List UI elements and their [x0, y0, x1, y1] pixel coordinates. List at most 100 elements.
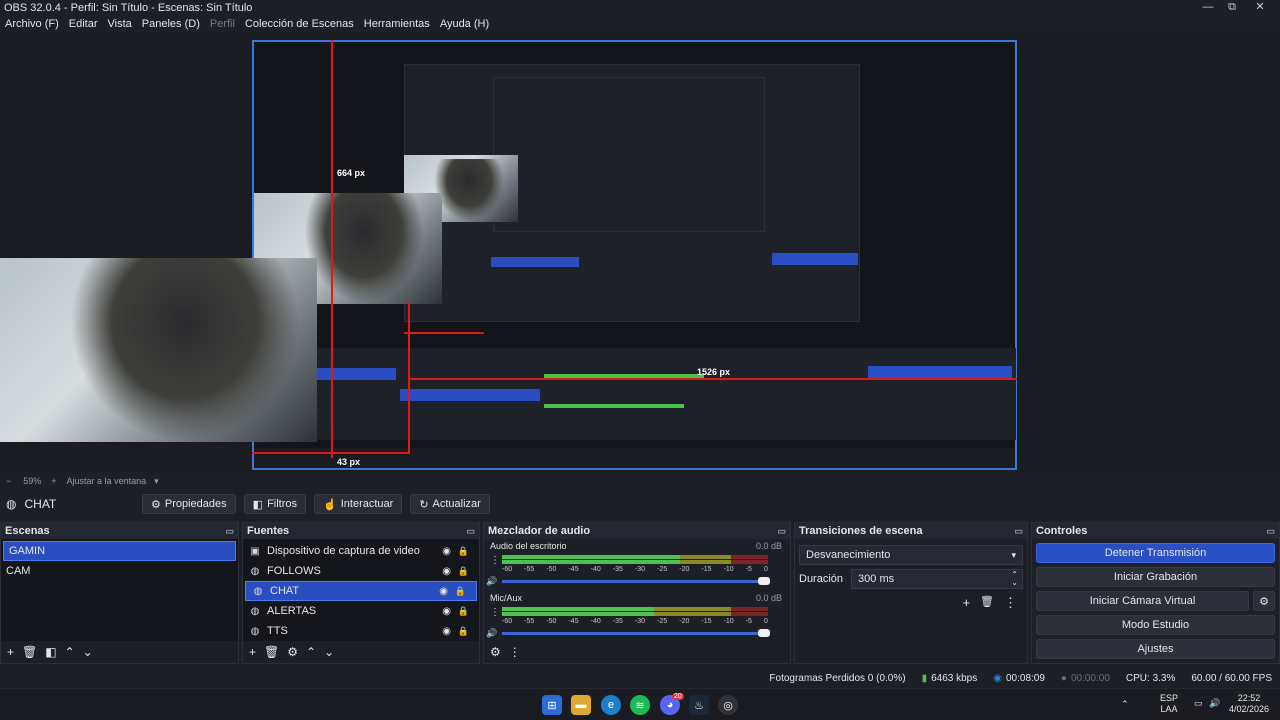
close-button[interactable]: ✕ [1244, 0, 1276, 16]
stop-stream-button[interactable]: Detener Transmisión [1036, 543, 1275, 563]
lock-icon[interactable]: 🔒 [455, 586, 466, 597]
chevron-up-icon[interactable]: ⌃ [65, 645, 75, 659]
file-explorer-icon[interactable]: ▬ [571, 695, 591, 715]
interact-button[interactable]: ☝ Interactuar [314, 494, 403, 514]
lock-icon[interactable]: 🔒 [458, 626, 469, 637]
mixer-channel-mic: Mic/Aux 0.0 dB ⋮ -60 -55 -50 -45 -40 -35 -30 -2… [484, 591, 790, 643]
volume-slider[interactable] [502, 629, 770, 637]
more-icon[interactable]: ⋮ [490, 555, 500, 566]
lock-icon[interactable]: 🔒 [458, 606, 469, 617]
more-icon[interactable]: ⋮ [490, 607, 500, 618]
chevron-down-icon[interactable]: ⌄ [83, 645, 93, 659]
audio-mixer-dock: Mezclador de audio ▭ Audio del escritorio… [483, 522, 791, 664]
speaker-icon[interactable]: 🔊 [486, 628, 497, 639]
nested-stop-button [772, 253, 858, 265]
zoom-fit-select[interactable]: Ajustar a la ventana [67, 476, 147, 486]
refresh-button[interactable]: ↻ Actualizar [410, 494, 490, 514]
source-toolbar: ◍ CHAT ⚙ Propiedades ◧ Filtros ☝ Interactua… [0, 492, 1280, 516]
meter-tick-label: -55 [524, 566, 535, 573]
chevron-down-icon[interactable]: ⌄ [324, 645, 334, 659]
spinner-icon[interactable]: ⌃ ⌄ [1011, 571, 1018, 587]
chevron-up-icon[interactable]: ⌃ [306, 645, 316, 659]
gear-icon: ⚙ [151, 498, 161, 511]
eye-icon[interactable]: ◉ [442, 546, 451, 557]
add-icon[interactable]: + [7, 645, 14, 659]
more-icon[interactable]: ⋮ [509, 645, 521, 659]
chevron-up-icon[interactable]: ⌃ [1121, 699, 1129, 710]
scene-item-cam[interactable]: CAM [1, 561, 238, 581]
volume-knob[interactable] [758, 577, 770, 585]
obs-icon[interactable]: ◎ [718, 695, 738, 715]
trash-icon[interactable]: 🗑 [264, 645, 279, 659]
transition-select[interactable]: Desvanecimiento ▾ [799, 545, 1023, 565]
eye-icon[interactable]: ◉ [439, 586, 448, 597]
duration-input[interactable]: 300 ms ⌃ ⌄ [851, 569, 1023, 589]
menu-editar[interactable]: Editar [64, 18, 103, 30]
language-indicator[interactable]: ESP LAA [1160, 693, 1178, 715]
windows-start-icon[interactable]: ⊞ [542, 695, 562, 715]
volume-slider[interactable] [502, 577, 770, 585]
network-icon[interactable]: ▭ [1194, 698, 1203, 709]
undock-icon[interactable]: ▭ [466, 526, 475, 537]
meter-tick-label: -60 [502, 566, 513, 573]
gear-icon[interactable]: ⚙ [1253, 591, 1275, 611]
speaker-icon[interactable]: 🔊 [486, 576, 497, 587]
edge-browser-icon[interactable]: e [601, 695, 621, 715]
spotify-icon[interactable]: ≋ [630, 695, 650, 715]
properties-button[interactable]: ⚙ Propiedades [142, 494, 236, 514]
chevron-down-icon[interactable]: ▾ [154, 476, 159, 487]
meter-tick-label: -20 [679, 566, 690, 573]
volume-knob[interactable] [758, 629, 770, 637]
eye-icon[interactable]: ◉ [442, 606, 451, 617]
source-item-tts[interactable]: ◍ TTS ◉ 🔒 [243, 621, 479, 641]
undock-icon[interactable]: ▭ [225, 526, 234, 537]
start-virtual-cam-button[interactable]: Iniciar Cámara Virtual [1036, 591, 1249, 611]
menu-paneles[interactable]: Paneles (D) [137, 18, 205, 30]
trash-icon[interactable]: 🗑 [22, 645, 37, 659]
studio-mode-button[interactable]: Modo Estudio [1036, 615, 1275, 635]
meter-tick-label: -10 [723, 618, 734, 625]
filter-icon[interactable]: ◧ [45, 645, 56, 659]
menu-vista[interactable]: Vista [103, 18, 137, 30]
guide-horizontal-line-right [410, 378, 1017, 380]
clock[interactable]: 22:52 4/02/2026 [1226, 693, 1272, 715]
eye-icon[interactable]: ◉ [442, 566, 451, 577]
zoom-out-button[interactable]: − [6, 476, 11, 486]
eye-icon[interactable]: ◉ [442, 626, 451, 637]
menu-archivo[interactable]: Archivo (F) [0, 18, 64, 30]
scene-item-gamin[interactable]: GAMIN [3, 541, 236, 561]
undock-icon[interactable]: ▭ [1266, 526, 1275, 537]
source-item-capture[interactable]: ▣ Dispositivo de captura de video ◉ 🔒 [243, 541, 479, 561]
add-icon[interactable]: + [249, 645, 256, 659]
settings-button[interactable]: Ajustes [1036, 639, 1275, 659]
zoom-in-button[interactable]: + [51, 476, 56, 486]
pointer-icon: ☝ [323, 498, 337, 511]
source-label: CHAT [270, 585, 300, 597]
scenes-dock: Escenas ▭ GAMIN CAM + 🗑 ◧ ⌃ ⌄ [0, 522, 239, 664]
more-icon[interactable]: ⋮ [1004, 595, 1017, 611]
undock-icon[interactable]: ▭ [1014, 526, 1023, 537]
filters-button[interactable]: ◧ Filtros [243, 494, 307, 514]
menu-herramientas[interactable]: Herramientas [359, 18, 435, 30]
preview-canvas[interactable]: 664 px 43 px 1526 px [0, 32, 1280, 472]
menu-coleccion-escenas[interactable]: Colección de Escenas [240, 18, 359, 30]
source-item-chat[interactable]: ◍ CHAT ◉ 🔒 [245, 581, 477, 601]
source-item-follows[interactable]: ◍ FOLLOWS ◉ 🔒 [243, 561, 479, 581]
trash-icon[interactable]: 🗑 [980, 595, 994, 611]
meter-tick-label: -60 [502, 618, 513, 625]
undock-icon[interactable]: ▭ [777, 526, 786, 537]
source-label: TTS [267, 625, 288, 637]
channel-db: 0.0 dB [755, 541, 782, 551]
menu-ayuda[interactable]: Ayuda (H) [435, 18, 494, 30]
gear-icon[interactable]: ⚙ [490, 645, 501, 659]
gear-icon[interactable]: ⚙ [287, 645, 298, 659]
level-meter [502, 560, 768, 564]
add-icon[interactable]: + [962, 595, 970, 611]
meter-tick-label: -45 [568, 566, 579, 573]
lock-icon[interactable]: 🔒 [458, 546, 469, 557]
source-item-alertas[interactable]: ◍ ALERTAS ◉ 🔒 [243, 601, 479, 621]
steam-icon[interactable]: ♨ [689, 695, 709, 715]
start-recording-button[interactable]: Iniciar Grabación [1036, 567, 1275, 587]
lock-icon[interactable]: 🔒 [458, 566, 469, 577]
volume-icon[interactable]: 🔊 [1209, 698, 1220, 709]
